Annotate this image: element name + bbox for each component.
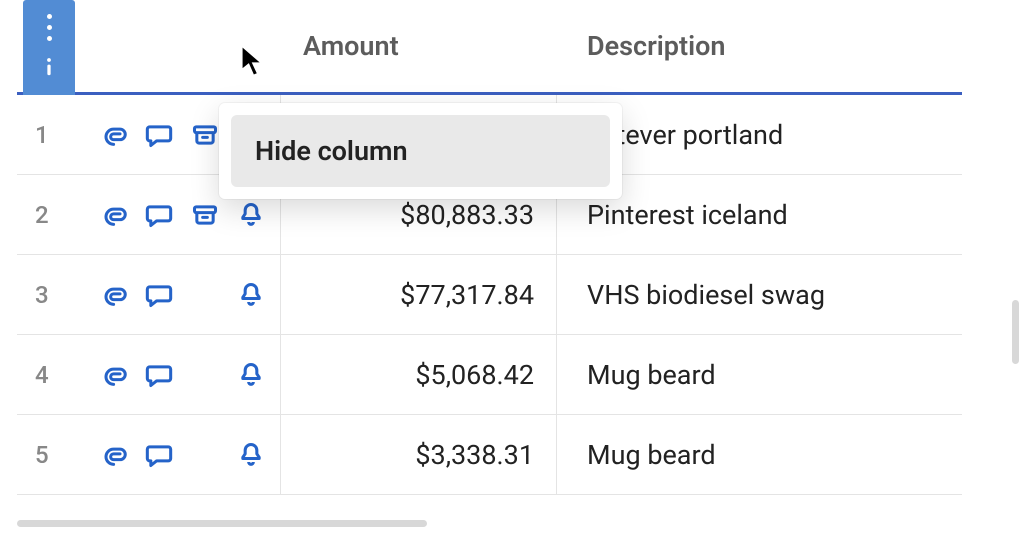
- bell-icon[interactable]: [237, 281, 265, 309]
- chat-icon[interactable]: [145, 361, 173, 389]
- description-cell: VHS biodiesel swag: [557, 279, 962, 311]
- description-cell: Pinterest iceland: [557, 199, 962, 231]
- row-number: 3: [17, 281, 83, 309]
- table-row[interactable]: 4 $5,068.42 Mug beard: [17, 335, 962, 415]
- row-indicators: [83, 255, 281, 334]
- table-header-row: Amount Description: [17, 0, 962, 95]
- chat-icon[interactable]: [145, 201, 173, 229]
- archive-icon[interactable]: [191, 201, 219, 229]
- column-menu-handle[interactable]: [23, 0, 75, 95]
- bell-icon[interactable]: [237, 441, 265, 469]
- amount-cell: $77,317.84: [281, 255, 557, 334]
- row-number: 5: [17, 441, 83, 469]
- archive-icon[interactable]: [191, 121, 219, 149]
- row-indicators: [83, 415, 281, 494]
- column-context-menu: Hide column: [219, 103, 622, 199]
- attachment-icon[interactable]: [99, 121, 127, 149]
- info-icon: [35, 53, 63, 81]
- attachment-icon[interactable]: [99, 361, 127, 389]
- more-vertical-icon: [47, 14, 52, 41]
- row-indicators: [83, 335, 281, 414]
- chat-icon[interactable]: [145, 121, 173, 149]
- description-column-header[interactable]: Description: [557, 0, 962, 92]
- amount-column-header[interactable]: Amount: [281, 0, 557, 92]
- table-row[interactable]: 5 $3,338.31 Mug beard: [17, 415, 962, 495]
- row-number: 4: [17, 361, 83, 389]
- description-cell: Mug beard: [557, 439, 962, 471]
- chat-icon[interactable]: [145, 281, 173, 309]
- table-row[interactable]: 3 $77,317.84 VHS biodiesel swag: [17, 255, 962, 335]
- bell-icon[interactable]: [237, 201, 265, 229]
- amount-cell: $5,068.42: [281, 335, 557, 414]
- amount-cell: $3,338.31: [281, 415, 557, 494]
- row-number: 2: [17, 201, 83, 229]
- attachment-icon[interactable]: [99, 441, 127, 469]
- description-cell: Mug beard: [557, 359, 962, 391]
- vertical-scrollbar[interactable]: [1012, 300, 1019, 364]
- hide-column-menu-item[interactable]: Hide column: [231, 115, 610, 187]
- indicators-column-header: [83, 0, 281, 92]
- chat-icon[interactable]: [145, 441, 173, 469]
- attachment-icon[interactable]: [99, 201, 127, 229]
- data-table: Amount Description 1 hatever portland 2: [17, 0, 962, 540]
- bell-icon[interactable]: [237, 361, 265, 389]
- attachment-icon[interactable]: [99, 281, 127, 309]
- row-number: 1: [17, 121, 83, 149]
- horizontal-scrollbar[interactable]: [17, 520, 427, 527]
